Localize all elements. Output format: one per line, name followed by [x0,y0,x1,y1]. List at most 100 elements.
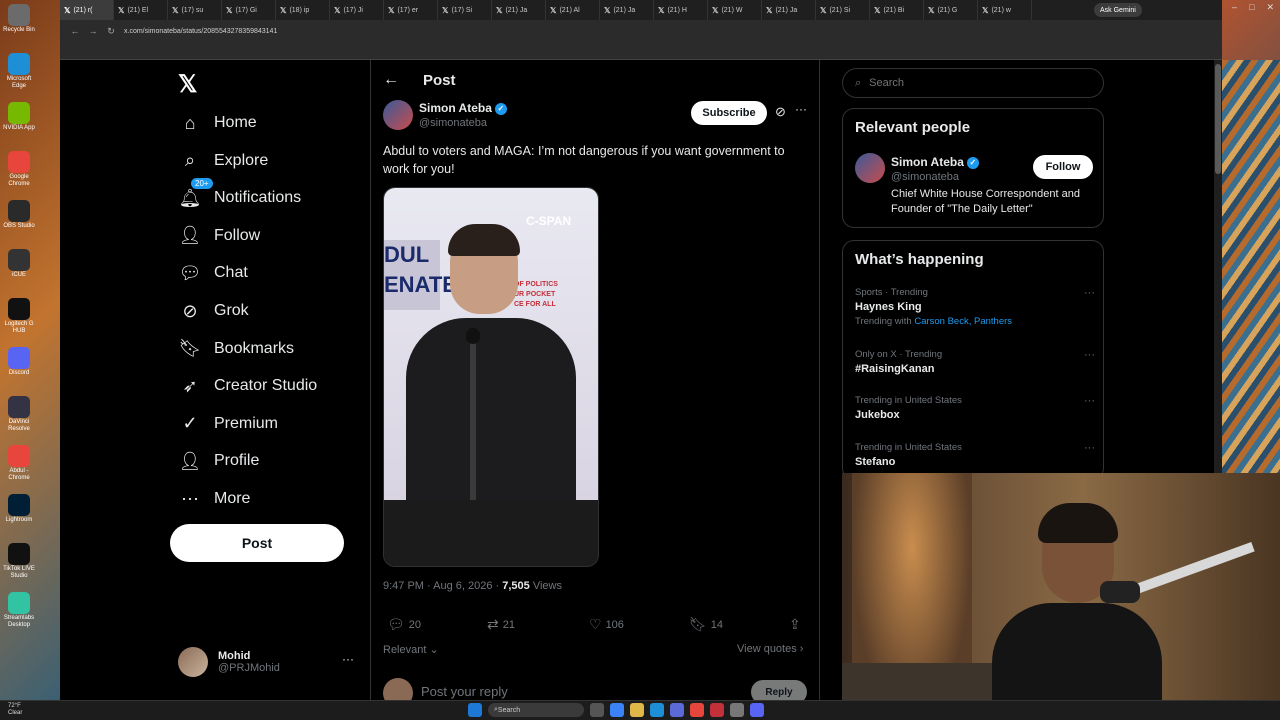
more-icon[interactable]: ··· [795,102,807,116]
view-quotes-link[interactable]: View quotes › [737,643,803,655]
browser-tab[interactable]: 𝕏 (21) Bi [870,0,924,20]
copilot-icon[interactable] [610,703,624,717]
desktop-icon[interactable]: DaVinci Resolve [3,396,35,433]
minimize-icon[interactable]: – [1232,2,1237,13]
reply-input[interactable]: Post your reply [421,684,508,699]
sidebar-item-grok[interactable]: ⊘ Grok [178,296,248,326]
browser-tab[interactable]: 𝕏 (17) su [168,0,222,20]
trend-item[interactable]: Only on X · Trending #RaisingKanan ··· [855,349,1095,375]
relevant-person-name[interactable]: Simon Ateba ✓ [891,155,979,169]
bookmark-button[interactable]: 🔖︎ 14 [689,616,723,633]
ask-gemini-button[interactable]: Ask Gemini [1094,3,1142,17]
more-icon[interactable]: ··· [1084,349,1095,361]
more-icon[interactable]: ··· [1084,442,1095,454]
reply-sort-dropdown[interactable]: Relevant ⌄ [383,643,439,656]
discord-icon[interactable] [750,703,764,717]
browser-tab[interactable]: 𝕏 (21) Al [546,0,600,20]
trend-related-links[interactable]: Carson Beck, Panthers [914,316,1012,327]
browser-tab[interactable]: 𝕏 (21) H [654,0,708,20]
back-icon[interactable]: ← [66,26,84,36]
browser-tab[interactable]: 𝕏 (17) er [384,0,438,20]
browser-tab[interactable]: 𝕏 (17) Gi [222,0,276,20]
edge-icon[interactable] [650,703,664,717]
desktop-icon[interactable]: Abdul - Chrome [3,445,35,482]
desktop-icon[interactable]: Google Chrome [3,151,35,188]
desktop-icon[interactable]: OBS Studio [3,200,35,230]
repost-button[interactable]: ⇄ 21 [487,616,515,633]
desktop-icon[interactable]: Recycle Bin [3,4,35,34]
file-explorer-icon[interactable] [630,703,644,717]
desktop-icon[interactable]: Logitech G HUB [3,298,35,335]
browser-tab[interactable]: 𝕏 (21) Ja [492,0,546,20]
chrome-icon[interactable] [690,703,704,717]
url-field[interactable]: x.com/simonateba/status/2085543278359843… [124,28,277,35]
browser-tab[interactable]: 𝕏 (17) Ji [330,0,384,20]
sidebar-item-home[interactable]: ⌂ Home [178,108,257,138]
taskbar-search[interactable]: ⌕ Search [488,703,584,717]
back-arrow-icon[interactable]: ← [383,71,399,89]
desktop-icon[interactable]: NVIDIA App [3,102,35,132]
task-view-icon[interactable] [590,703,604,717]
reply-submit-button[interactable]: Reply [751,680,807,700]
subscribe-button[interactable]: Subscribe [691,101,767,125]
app-icon[interactable] [730,703,744,717]
browser-tab[interactable]: 𝕏 (21) W [708,0,762,20]
sidebar-item-bookmarks[interactable]: 🔖︎ Bookmarks [178,334,294,364]
windows-start-icon[interactable] [468,703,482,717]
share-button[interactable]: ⇪ [789,616,805,633]
sidebar-item-chat[interactable]: 💬︎ Chat [178,258,248,288]
sidebar-item-more[interactable]: ⋯ More [178,484,250,514]
video-player[interactable]: DUL ENATE C-SPAN OF POLITICS UR POCKET C… [383,187,599,567]
browser-tab[interactable]: 𝕏 (21) Si [816,0,870,20]
trend-item[interactable]: Sports · Trending Haynes King Trending wit… [855,287,1095,327]
search-box[interactable]: ⌕ [842,68,1104,98]
scrollbar-thumb[interactable] [1215,64,1221,174]
sidebar-item-creator-studio[interactable]: ➶ Creator Studio [178,371,317,401]
post-button[interactable]: Post [170,524,344,562]
store-icon[interactable] [670,703,684,717]
author-name[interactable]: Simon Ateba ✓ [419,101,507,115]
browser-tab[interactable]: 𝕏 (21) Ja [762,0,816,20]
more-icon[interactable]: ··· [342,652,354,666]
browser-tab[interactable]: 𝕏 (21) El [114,0,168,20]
browser-tab[interactable]: 𝕏 (17) Si [438,0,492,20]
search-input[interactable] [869,77,1070,89]
browser-tab[interactable]: 𝕏 (18) ip [276,0,330,20]
browser-tab[interactable]: 𝕏 (21) G [924,0,978,20]
post-time[interactable]: 9:47 PM · Aug 6, 2026 · [383,580,502,592]
sidebar-item-notifications[interactable]: 🔔︎ Notifications 20+ [178,177,301,213]
desktop-icon[interactable]: Microsoft Edge [3,53,35,90]
trend-item[interactable]: Trending in United States Stefano ··· [855,442,1095,468]
close-icon[interactable]: ✕ [1266,2,1274,13]
account-switcher[interactable]: Mohid @PRJMohid ··· [178,644,358,680]
desktop-icon[interactable]: TikTok LIVE Studio [3,543,35,580]
grok-icon[interactable]: ⊘ [775,104,786,120]
app-icon[interactable] [710,703,724,717]
browser-tab[interactable]: 𝕏 (21) Ja [600,0,654,20]
sidebar-item-explore[interactable]: ⌕ Explore [178,146,268,176]
sidebar-item-premium[interactable]: ✓ Premium [178,409,278,439]
reload-icon[interactable]: ↻ [102,26,120,37]
like-button[interactable]: ♡ 106 [589,616,624,633]
browser-tab[interactable]: 𝕏 (21) r( [60,0,114,20]
x-logo-icon[interactable]: 𝕏 [178,70,197,99]
trend-item[interactable]: Trending in United States Jukebox ··· [855,395,1095,421]
relevant-person-handle[interactable]: @simonateba [891,171,959,183]
desktop-icon[interactable]: Discord [3,347,35,377]
desktop-icon[interactable]: Lightroom [3,494,35,524]
more-icon[interactable]: ··· [1084,287,1095,299]
desktop-icon[interactable]: iCUE [3,249,35,279]
avatar[interactable] [855,153,885,183]
weather-widget[interactable]: 72°F Clear [8,703,22,717]
more-icon[interactable]: ··· [1084,395,1095,407]
follow-button[interactable]: Follow [1033,155,1093,179]
sidebar-item-profile[interactable]: 👤︎ Profile [178,446,260,476]
forward-icon[interactable]: → [84,26,102,36]
sidebar-item-follow[interactable]: 👤︎ Follow [178,221,261,251]
desktop-icon[interactable]: Streamlabs Desktop [3,592,35,629]
author-handle[interactable]: @simonateba [419,117,487,129]
browser-tab[interactable]: 𝕏 (21) w [978,0,1032,20]
reply-button[interactable]: 💬︎ 20 [387,616,421,633]
avatar[interactable] [383,100,413,130]
maximize-icon[interactable]: □ [1249,2,1254,13]
